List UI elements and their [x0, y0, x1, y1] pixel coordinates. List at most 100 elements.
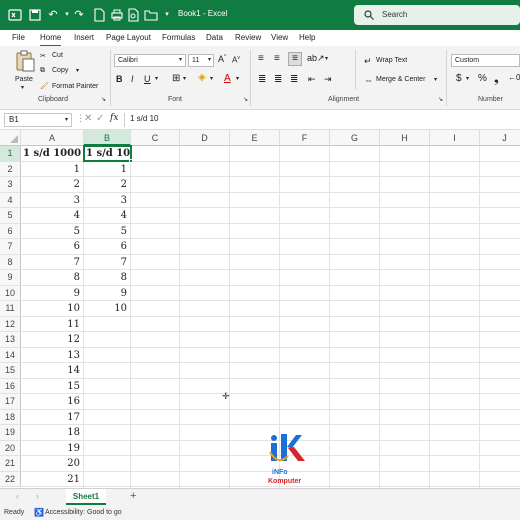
fill-color-icon[interactable]: ◈ — [198, 72, 206, 83]
increase-indent-icon[interactable]: ⇥ — [324, 74, 332, 85]
new-file-icon[interactable] — [92, 8, 106, 22]
tab-insert[interactable]: Insert — [74, 33, 94, 42]
column-header-c[interactable]: C — [131, 130, 180, 146]
formula-input[interactable]: 1 s/d 10 — [130, 114, 158, 123]
italic-icon[interactable]: I — [131, 74, 134, 84]
column-header-f[interactable]: F — [280, 130, 330, 146]
font-name-select[interactable]: Calibri ▾ — [114, 54, 186, 67]
row-header-8[interactable]: 8 — [0, 254, 21, 270]
row-header-7[interactable]: 7 — [0, 239, 21, 255]
row-header-4[interactable]: 4 — [0, 192, 21, 208]
accessibility-status[interactable]: Accessibility: Good to go — [45, 506, 122, 520]
cell-a5[interactable]: 4 — [21, 208, 84, 223]
cell-b7[interactable]: 6 — [84, 239, 131, 254]
name-box[interactable]: B1 ▾ — [4, 113, 72, 127]
cell-a7[interactable]: 6 — [21, 239, 84, 254]
tab-data[interactable]: Data — [206, 33, 223, 42]
comma-style-icon[interactable]: ❟ — [494, 71, 499, 86]
font-color-icon[interactable]: A — [224, 73, 231, 84]
row-header-3[interactable]: 3 — [0, 177, 21, 193]
merge-dropdown-icon[interactable]: ▾ — [434, 76, 437, 83]
copy-icon[interactable]: ⧉ — [40, 67, 45, 75]
align-top-icon[interactable]: ≡ — [258, 53, 264, 64]
row-header-13[interactable]: 13 — [0, 332, 21, 348]
worksheet-grid[interactable]: A B C D E F G H I J 1 2 3 4 5 6 7 8 9 10 11 12 13 14 15 16 17 18 19 2… — [0, 130, 520, 488]
column-header-g[interactable]: G — [330, 130, 380, 146]
cell-a6[interactable]: 5 — [21, 224, 84, 239]
next-sheet-icon[interactable]: › — [36, 491, 39, 501]
row-header-12[interactable]: 12 — [0, 316, 21, 332]
row-header-15[interactable]: 15 — [0, 363, 21, 379]
paste-button[interactable]: Paste ▾ — [12, 50, 36, 91]
underline-icon[interactable]: U — [144, 74, 151, 84]
percent-icon[interactable]: % — [478, 73, 487, 84]
font-size-select[interactable]: 11 ▾ — [188, 54, 214, 67]
alignment-launcher-icon[interactable]: ↘ — [438, 96, 443, 103]
row-header-16[interactable]: 16 — [0, 378, 21, 394]
row-header-1[interactable]: 1 — [0, 146, 21, 162]
borders-dropdown-icon[interactable]: ▾ — [183, 75, 186, 82]
merge-center-button[interactable]: Merge & Center — [376, 76, 425, 83]
orientation-icon[interactable]: ab↗ — [307, 53, 325, 64]
borders-icon[interactable]: ⊞ — [172, 73, 180, 84]
orientation-dropdown-icon[interactable]: ▾ — [325, 55, 328, 62]
print-icon[interactable] — [110, 8, 124, 22]
row-header-14[interactable]: 14 — [0, 347, 21, 363]
cell-a1[interactable]: 1 s/d 1000 — [21, 146, 84, 161]
cell-a14[interactable]: 13 — [21, 348, 84, 363]
cell-a12[interactable]: 11 — [21, 317, 84, 332]
cancel-icon[interactable]: ✕ — [84, 113, 92, 124]
column-header-e[interactable]: E — [230, 130, 280, 146]
bold-icon[interactable]: B — [116, 74, 123, 84]
column-header-b[interactable]: B — [84, 130, 131, 146]
align-center-icon[interactable]: ≣ — [274, 74, 282, 85]
tab-page-layout[interactable]: Page Layout — [106, 33, 151, 42]
format-painter-button[interactable]: Format Painter — [52, 83, 98, 90]
print-preview-icon[interactable] — [126, 8, 140, 22]
decrease-font-size-icon[interactable]: Av — [232, 55, 240, 65]
add-sheet-button[interactable]: + — [130, 490, 136, 502]
column-header-d[interactable]: D — [180, 130, 230, 146]
column-header-h[interactable]: H — [380, 130, 430, 146]
selected-cell-b1[interactable] — [83, 145, 132, 162]
copy-button[interactable]: Copy — [52, 67, 68, 74]
cell-a22[interactable]: 21 — [21, 472, 84, 487]
merge-center-icon[interactable]: ⇔ — [364, 75, 373, 85]
cell-b6[interactable]: 5 — [84, 224, 131, 239]
row-header-10[interactable]: 10 — [0, 285, 21, 301]
sheet-tab-sheet1[interactable]: Sheet1 — [66, 489, 106, 505]
prev-sheet-icon[interactable]: ‹ — [16, 491, 19, 501]
tab-home[interactable]: Home — [40, 33, 62, 47]
cell-a16[interactable]: 15 — [21, 379, 84, 394]
row-header-6[interactable]: 6 — [0, 223, 21, 239]
cell-a15[interactable]: 14 — [21, 363, 84, 378]
cell-a3[interactable]: 2 — [21, 177, 84, 192]
cell-a9[interactable]: 8 — [21, 270, 84, 285]
cell-a18[interactable]: 17 — [21, 410, 84, 425]
row-header-20[interactable]: 20 — [0, 440, 21, 456]
fill-handle[interactable] — [129, 159, 133, 163]
increase-font-size-icon[interactable]: A^ — [218, 54, 226, 64]
tab-review[interactable]: Review — [235, 33, 261, 42]
customize-toolbar-icon[interactable]: ▾ — [160, 8, 174, 22]
cell-b4[interactable]: 3 — [84, 193, 131, 208]
font-launcher-icon[interactable]: ↘ — [243, 96, 248, 103]
cell-a20[interactable]: 19 — [21, 441, 84, 456]
cell-a19[interactable]: 18 — [21, 425, 84, 440]
underline-dropdown-icon[interactable]: ▾ — [155, 75, 158, 82]
cell-b2[interactable]: 1 — [84, 162, 131, 177]
increase-decimal-icon[interactable]: ←0 — [508, 73, 520, 82]
redo-icon[interactable]: ↷ — [72, 8, 86, 22]
row-header-19[interactable]: 19 — [0, 425, 21, 441]
select-all-corner[interactable] — [0, 130, 21, 146]
decrease-indent-icon[interactable]: ⇤ — [308, 74, 316, 85]
undo-icon[interactable]: ↶ — [46, 8, 60, 22]
save-icon[interactable] — [28, 8, 42, 22]
fill-color-dropdown-icon[interactable]: ▾ — [210, 75, 213, 82]
align-bottom-icon[interactable]: ≡ — [288, 52, 302, 66]
tab-help[interactable]: Help — [299, 33, 315, 42]
clipboard-launcher-icon[interactable]: ↘ — [101, 96, 106, 103]
format-painter-icon[interactable]: 🖌 — [40, 82, 49, 90]
column-header-a[interactable]: A — [21, 130, 84, 146]
cut-button[interactable]: Cut — [52, 52, 63, 59]
